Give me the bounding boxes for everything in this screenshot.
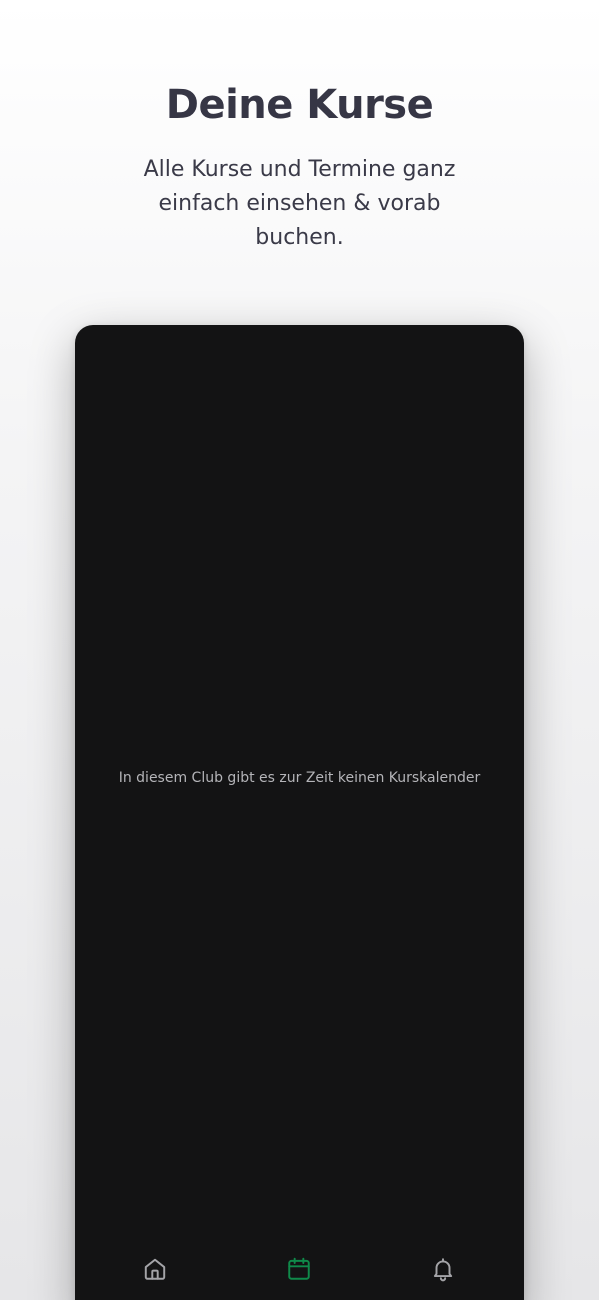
tab-calendar[interactable] — [281, 1251, 317, 1287]
tab-home[interactable] — [137, 1251, 173, 1287]
bell-icon — [433, 1258, 453, 1282]
home-icon — [144, 1258, 166, 1280]
bottom-tab-bar — [75, 1251, 524, 1287]
promo-title: Deine Kurse — [165, 82, 434, 128]
phone-screen: In diesem Club gibt es zur Zeit keinen K… — [75, 325, 524, 1300]
calendar-icon — [288, 1257, 310, 1280]
promo-subtitle: Alle Kurse und Termine ganz einfach eins… — [143, 157, 456, 250]
tab-notifications[interactable] — [425, 1251, 461, 1287]
empty-state-message: In diesem Club gibt es zur Zeit keinen K… — [118, 770, 481, 786]
